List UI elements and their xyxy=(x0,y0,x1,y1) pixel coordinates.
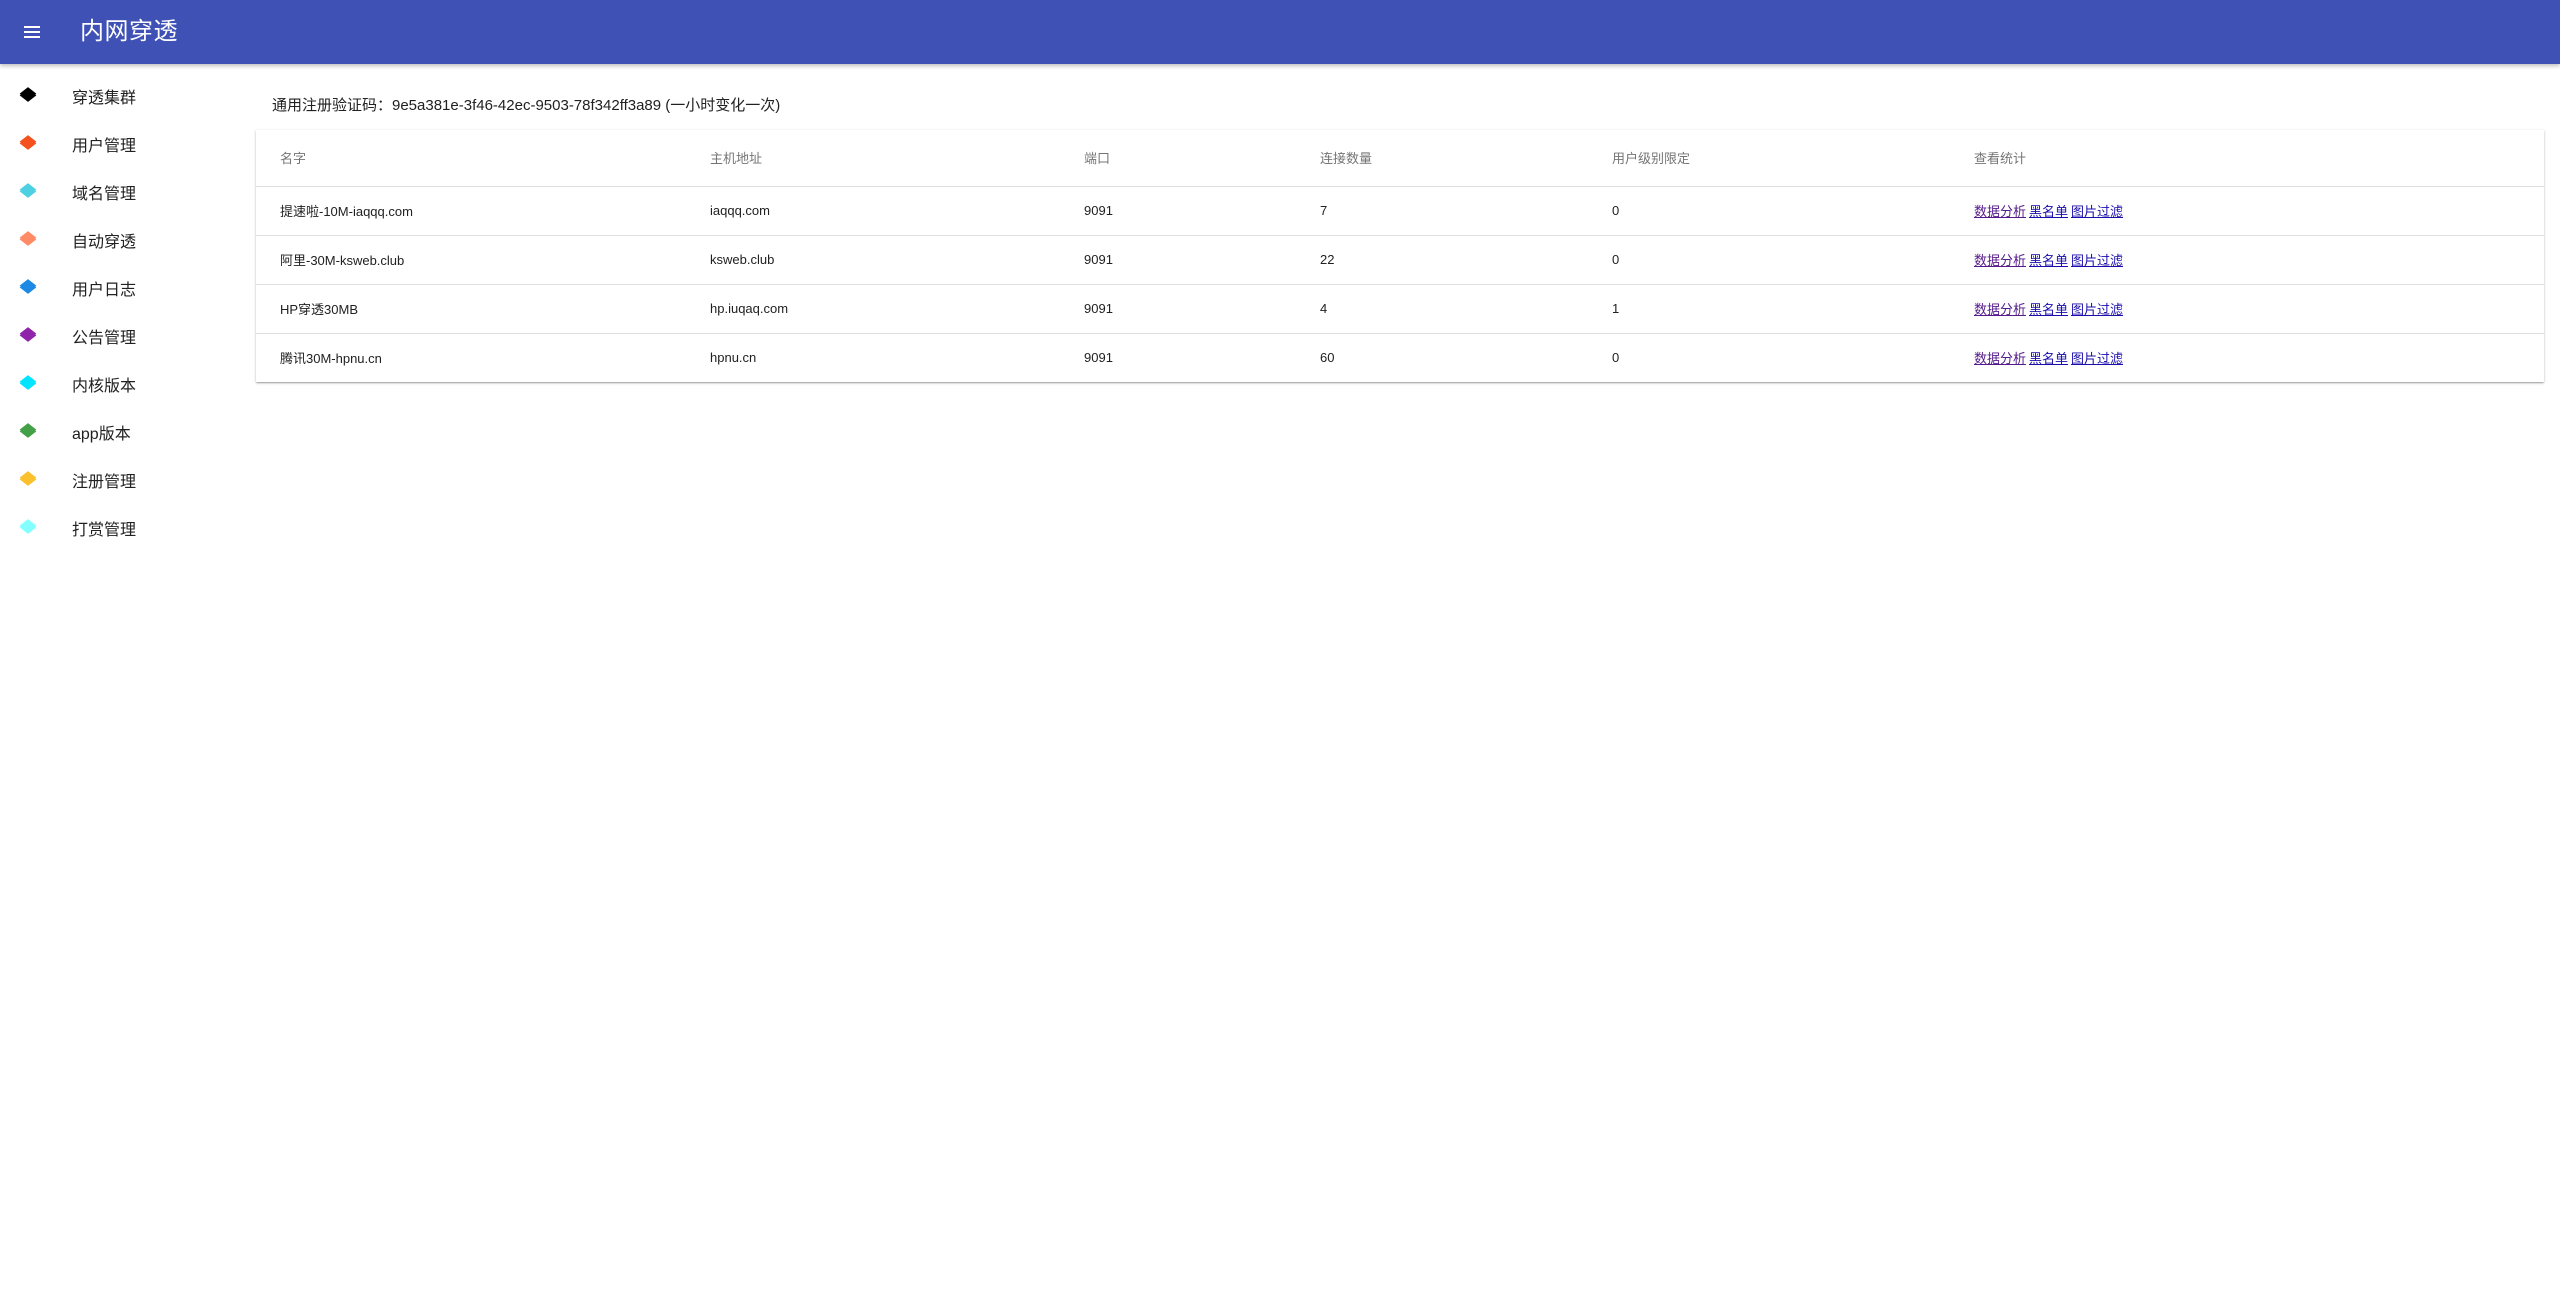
sidebar-item-cluster[interactable]: 穿透集群 xyxy=(0,72,240,120)
cell-port: 9091 xyxy=(1084,350,1113,366)
image-filter-link[interactable]: 图片过滤 xyxy=(2071,302,2123,317)
data-analysis-link[interactable]: 数据分析 xyxy=(1974,204,2026,219)
header-port: 端口 xyxy=(1084,151,1111,167)
image-filter-link[interactable]: 图片过滤 xyxy=(2071,253,2123,268)
sidebar-item-announcements[interactable]: 公告管理 xyxy=(0,312,240,360)
header-name: 名字 xyxy=(280,151,307,167)
cell-statistics: 数据分析 黑名单 图片过滤 xyxy=(1974,235,2544,284)
cell-port: 9091 xyxy=(1084,252,1113,267)
layers-icon xyxy=(18,374,38,394)
table-row: HP穿透30MB hp.iuqaq.com 9091 4 1 数据分析 黑名单 图片过滤 xyxy=(256,284,2544,333)
sidebar-item-label: 公告管理 xyxy=(72,330,137,347)
sidebar-item-app-version[interactable]: app版本 xyxy=(0,408,240,456)
cell-connections: 60 xyxy=(1320,350,1335,366)
sidebar-item-label: 用户管理 xyxy=(72,138,137,155)
sidebar-item-label: app版本 xyxy=(72,426,131,443)
table-body: 提速啦-10M-iaqqq.com iaqqq.com 9091 7 0 数据分析 黑名单图… xyxy=(256,186,2544,382)
cell-user-level: 1 xyxy=(1612,301,1620,316)
menu-icon xyxy=(24,26,40,38)
layers-icon xyxy=(18,518,38,538)
sidebar: 穿透集群用户管理域名管理自动穿透用户日志公告管理内核版本 app版本注册管理打赏管… xyxy=(0,64,240,1297)
header-host: 主机地址 xyxy=(710,151,763,167)
image-filter-link[interactable]: 图片过滤 xyxy=(2071,204,2123,219)
layers-icon xyxy=(18,86,38,106)
layers-icon xyxy=(18,278,38,298)
table-header-row: 名字 主机地址 端口 连接数量 用户级别限定 查看统计 xyxy=(256,130,2544,186)
sidebar-item-label: 内核版本 xyxy=(72,378,137,395)
header-user-level: 用户级别限定 xyxy=(1612,151,1691,167)
cell-name: 腾讯30M-hpnu.cn xyxy=(280,351,382,367)
cluster-table-card: 名字 主机地址 端口 连接数量 用户级别限定 查看统计 提速啦-10M-iaqq… xyxy=(256,130,2544,382)
sidebar-item-user-logs[interactable]: 用户日志 xyxy=(0,264,240,312)
cell-user-level: 0 xyxy=(1612,350,1620,366)
sidebar-item-label: 打赏管理 xyxy=(72,522,137,539)
cluster-table: 名字 主机地址 端口 连接数量 用户级别限定 查看统计 提速啦-10M-iaqq… xyxy=(256,130,2544,382)
sidebar-item-donations[interactable]: 打赏管理 xyxy=(0,504,240,552)
table-row: 提速啦-10M-iaqqq.com iaqqq.com 9091 7 0 数据分析 黑名单图… xyxy=(256,186,2544,235)
layers-icon xyxy=(18,182,38,202)
layers-icon xyxy=(18,422,38,442)
sidebar-item-registration[interactable]: 注册管理 xyxy=(0,456,240,504)
cell-user-level: 0 xyxy=(1612,252,1620,267)
table-row: 腾讯30M-hpnu.cn hpnu.cn 9091 60 0 数据分析 黑名单 图片过滤 xyxy=(256,333,2544,382)
menu-button[interactable] xyxy=(14,14,50,50)
cell-user-level: 0 xyxy=(1612,203,1620,218)
cell-host: hp.iuqaq.com xyxy=(710,301,789,316)
cell-port: 9091 xyxy=(1084,301,1113,316)
header-statistics: 查看统计 xyxy=(1974,151,2027,167)
layers-icon xyxy=(18,230,38,250)
cell-host: hpnu.cn xyxy=(710,350,757,366)
sidebar-item-label: 穿透集群 xyxy=(72,90,137,107)
table-row: 阿里-30M-ksweb.club ksweb.club 9091 22 0 数据分析 黑名… xyxy=(256,235,2544,284)
registration-code-text: 通用注册验证码：9e5a381e-3f46-42ec-9503-78f342ff… xyxy=(272,97,781,114)
cell-statistics: 数据分析 黑名单 图片过滤 xyxy=(1974,333,2544,382)
cell-host: ksweb.club xyxy=(710,252,775,267)
cell-host: iaqqq.com xyxy=(710,203,770,218)
blacklist-link[interactable]: 黑名单 xyxy=(2029,302,2068,317)
header-connections: 连接数量 xyxy=(1320,151,1373,167)
cell-port: 9091 xyxy=(1084,203,1113,218)
cell-connections: 7 xyxy=(1320,203,1328,218)
image-filter-link[interactable]: 图片过滤 xyxy=(2071,351,2123,366)
sidebar-item-auto-penetrate[interactable]: 自动穿透 xyxy=(0,216,240,264)
layers-icon xyxy=(18,134,38,154)
sidebar-nav-list: 穿透集群用户管理域名管理自动穿透用户日志公告管理内核版本 app版本注册管理打赏管… xyxy=(0,64,240,552)
blacklist-link[interactable]: 黑名单 xyxy=(2029,351,2068,366)
cell-name: 阿里-30M-ksweb.club xyxy=(280,253,405,268)
cell-statistics: 数据分析 黑名单 图片过滤 xyxy=(1974,284,2544,333)
data-analysis-link[interactable]: 数据分析 xyxy=(1974,351,2026,366)
cell-name: 提速啦-10M-iaqqq.com xyxy=(280,204,413,219)
cell-connections: 22 xyxy=(1320,252,1335,267)
blacklist-link[interactable]: 黑名单 xyxy=(2029,253,2068,268)
sidebar-item-label: 域名管理 xyxy=(72,186,137,203)
app-title: 内网穿透 xyxy=(80,18,178,45)
layers-icon xyxy=(18,326,38,346)
blacklist-link[interactable]: 黑名单 xyxy=(2029,204,2068,219)
sidebar-item-label: 自动穿透 xyxy=(72,234,137,251)
sidebar-item-kernel-version[interactable]: 内核版本 xyxy=(0,360,240,408)
app-bar: 内网穿透 xyxy=(0,0,2560,64)
cell-name: HP穿透30MB xyxy=(280,302,359,317)
data-analysis-link[interactable]: 数据分析 xyxy=(1974,302,2026,317)
cell-connections: 4 xyxy=(1320,301,1328,316)
sidebar-item-label: 用户日志 xyxy=(72,282,137,299)
sidebar-item-users[interactable]: 用户管理 xyxy=(0,120,240,168)
sidebar-item-label: 注册管理 xyxy=(72,474,137,491)
cell-statistics: 数据分析 黑名单 图片过滤 xyxy=(1974,186,2544,235)
data-analysis-link[interactable]: 数据分析 xyxy=(1974,253,2026,268)
layers-icon xyxy=(18,470,38,490)
sidebar-item-domains[interactable]: 域名管理 xyxy=(0,168,240,216)
